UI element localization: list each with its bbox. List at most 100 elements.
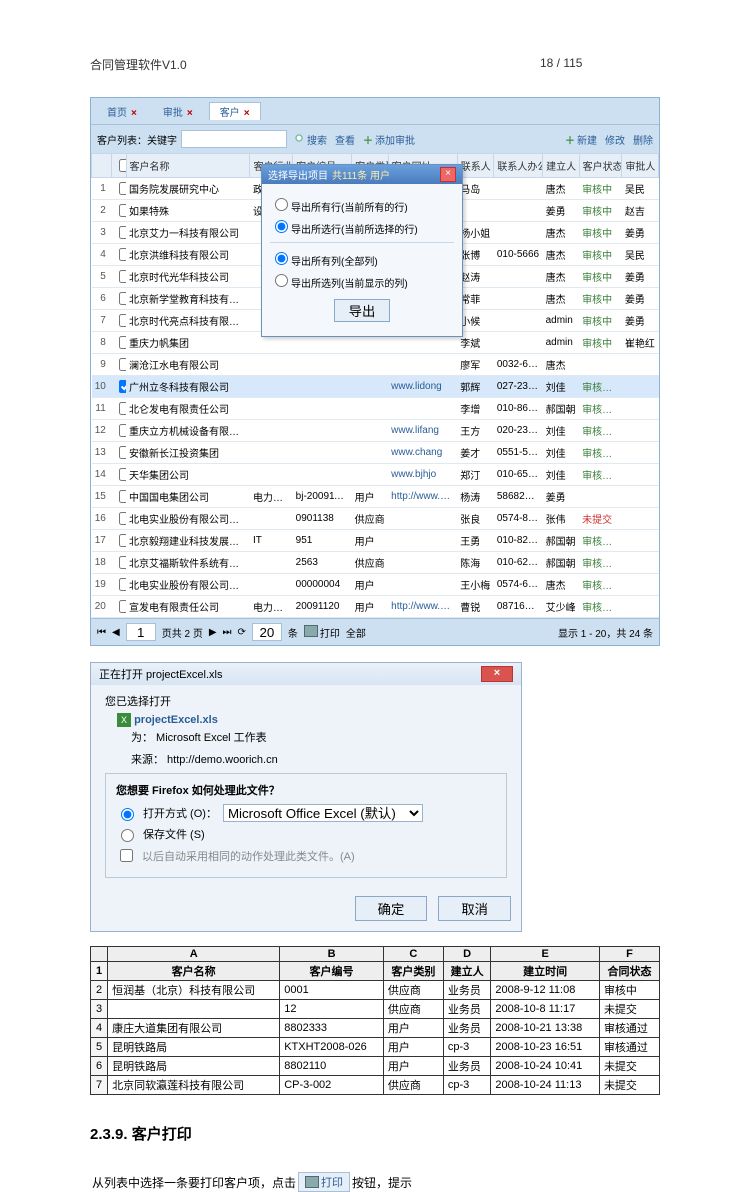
file-dialog-title: 正在打开 projectExcel.xls <box>99 666 222 682</box>
prev-page-icon[interactable]: ◀ <box>112 627 120 638</box>
list-label: 客户列表：关键字 <box>97 132 177 147</box>
table-row[interactable]: 18北京艾福斯软件系统有限公司2563供应商陈海010-62105郝国朝审核通过 <box>92 552 659 574</box>
row-checkbox[interactable] <box>119 358 126 371</box>
column-header[interactable]: 客户状态 <box>579 154 622 178</box>
search-button[interactable]: 搜索 <box>295 132 327 147</box>
app-window: 首页× 审批× 客户× 客户列表：关键字 搜索 查看 ＋添加审批 ＋新建 修改 … <box>90 97 660 646</box>
file-question: 您想要 Firefox 如何处理此文件？ <box>116 782 496 798</box>
save-file-radio[interactable] <box>121 829 134 842</box>
table-row[interactable]: 17北京毅翔建业科技发展有限公司IT951用户王勇010-82970郝国朝审核通… <box>92 530 659 552</box>
export-selected-rows[interactable]: 导出所选行(当前所选择的行) <box>270 217 454 236</box>
open-with-radio[interactable] <box>121 808 134 821</box>
all-button[interactable]: 全部 <box>346 625 366 640</box>
tab-approval[interactable]: 审批× <box>153 103 203 120</box>
refresh-icon[interactable]: ⟳ <box>238 627 246 638</box>
file-type: 为： Microsoft Excel 工作表 <box>131 729 507 745</box>
row-checkbox[interactable] <box>119 314 126 327</box>
row-checkbox[interactable] <box>119 490 126 503</box>
edit-button[interactable]: 修改 <box>605 132 625 147</box>
table-row[interactable]: 14天华集团公司www.bjhjo郑汀010-65960刘佳审核通过 <box>92 464 659 486</box>
column-header[interactable]: 审批人 <box>622 154 659 178</box>
table-row[interactable]: 16北电实业股份有限公司远东贸易分公0901138供应商张良0574-8888张… <box>92 508 659 530</box>
row-checkbox[interactable] <box>119 226 126 239</box>
row-checkbox[interactable] <box>119 512 126 525</box>
page-total: 页共 2 页 <box>162 625 203 640</box>
table-row[interactable]: 10广州立冬科技有限公司www.lidong郭辉027-23245刘佳审核通过 <box>92 376 659 398</box>
select-all-checkbox[interactable] <box>119 159 126 172</box>
cancel-button[interactable]: 取消 <box>438 896 511 921</box>
print-button[interactable]: 打印 <box>304 625 340 640</box>
row-checkbox[interactable] <box>119 336 126 349</box>
export-dialog-title: 选择导出项目 <box>268 167 328 182</box>
export-dialog: 选择导出项目共111条 用户 × 导出所有行(当前所有的行) 导出所选行(当前所选… <box>261 164 463 337</box>
table-row[interactable]: 19北电实业股份有限公司远东贸易分公00000004用户王小梅0574-6880… <box>92 574 659 596</box>
first-page-icon[interactable]: ⏮ <box>97 627 106 638</box>
chosen-label: 您已选择打开 <box>105 693 507 709</box>
table-row[interactable]: 13安徽新长江投资集团www.chang姜才0551-5672刘佳审核通过 <box>92 442 659 464</box>
last-page-icon[interactable]: ⏭ <box>223 627 232 638</box>
keyword-input[interactable] <box>181 130 287 148</box>
table-row[interactable]: 20宣发电有限责任公司电力行业20091120用户http://www.xfd.… <box>92 596 659 618</box>
printer-icon <box>305 1176 319 1188</box>
doc-title: 合同管理软件V1.0 <box>90 56 540 73</box>
add-approval-button[interactable]: ＋添加审批 <box>363 132 415 147</box>
column-header[interactable]: 客户名称 <box>126 154 250 178</box>
table-row[interactable]: 12重庆立方机械设备有限公司www.lifang王方020-23245刘佳审核通… <box>92 420 659 442</box>
row-checkbox[interactable] <box>119 578 126 591</box>
row-checkbox[interactable] <box>119 556 126 569</box>
remember-checkbox[interactable] <box>120 849 133 862</box>
row-checkbox[interactable] <box>119 204 126 217</box>
pager-summary: 显示 1 - 20，共 24 条 <box>558 625 653 640</box>
row-checkbox[interactable] <box>119 424 126 437</box>
table-row[interactable]: 9澜沧江水电有限公司廖军0032-6088唐杰 <box>92 354 659 376</box>
page-size-input[interactable] <box>252 623 282 641</box>
row-checkbox[interactable] <box>119 380 126 393</box>
page-number: 18 / 115 <box>540 56 660 73</box>
excel-preview: ABCDEF 1客户名称客户编号客户类别建立人建立时间合同状态 2恒润基（北京）… <box>90 946 660 1095</box>
close-icon[interactable]: × <box>131 108 137 119</box>
excel-icon: X <box>117 713 131 727</box>
printer-icon <box>304 625 318 637</box>
plus-icon: ＋ <box>565 132 575 147</box>
export-count: 共111条 用户 <box>332 167 390 182</box>
export-selected-cols[interactable]: 导出所选列(当前显示的列) <box>270 271 454 290</box>
row-checkbox[interactable] <box>119 402 126 415</box>
plus-icon: ＋ <box>363 132 373 147</box>
new-button[interactable]: ＋新建 <box>565 132 597 147</box>
column-header[interactable]: 联系人办公 <box>494 154 543 178</box>
row-checkbox[interactable] <box>119 248 126 261</box>
row-checkbox[interactable] <box>119 292 126 305</box>
row-checkbox[interactable] <box>119 182 126 195</box>
page-input[interactable] <box>126 623 156 641</box>
column-header[interactable]: 建立人 <box>543 154 580 178</box>
next-page-icon[interactable]: ▶ <box>209 627 217 638</box>
export-all-cols[interactable]: 导出所有列(全部列) <box>270 249 454 268</box>
row-checkbox[interactable] <box>119 534 126 547</box>
close-icon[interactable]: × <box>481 666 513 682</box>
print-button-inline[interactable]: 打印 <box>298 1172 350 1192</box>
export-all-rows[interactable]: 导出所有行(当前所有的行) <box>270 195 454 214</box>
paragraph: 从列表中选择一条要打印客户项，点击 打印 按钮，提示 <box>92 1172 658 1192</box>
delete-button[interactable]: 删除 <box>633 132 653 147</box>
tab-home[interactable]: 首页× <box>97 103 147 120</box>
export-button[interactable]: 导出 <box>334 299 391 322</box>
row-checkbox[interactable] <box>119 270 126 283</box>
file-source: 来源： http://demo.woorich.cn <box>131 751 507 767</box>
table-row[interactable]: 11北仑发电有限责任公司李增010-86450郝国朝审核通过 <box>92 398 659 420</box>
ok-button[interactable]: 确定 <box>355 896 428 921</box>
search-icon <box>295 134 305 144</box>
section-heading: 2.3.9. 客户打印 <box>90 1123 660 1144</box>
view-button[interactable]: 查看 <box>335 132 355 147</box>
close-icon[interactable]: × <box>440 167 456 182</box>
close-icon[interactable]: × <box>187 108 193 119</box>
file-name: projectExcel.xls <box>134 714 218 726</box>
row-checkbox[interactable] <box>119 600 126 613</box>
open-with-select[interactable]: Microsoft Office Excel (默认) <box>223 804 423 822</box>
table-row[interactable]: 15中国国电集团公司电力行业bj-200911-20用户http://www.c… <box>92 486 659 508</box>
row-checkbox[interactable] <box>119 446 126 459</box>
toolbar: 客户列表：关键字 搜索 查看 ＋添加审批 ＋新建 修改 删除 <box>91 124 659 153</box>
close-icon[interactable]: × <box>244 108 250 119</box>
row-checkbox[interactable] <box>119 468 126 481</box>
tab-customer[interactable]: 客户× <box>209 102 261 120</box>
file-open-dialog: 正在打开 projectExcel.xls × 您已选择打开 X projectE… <box>90 662 522 932</box>
